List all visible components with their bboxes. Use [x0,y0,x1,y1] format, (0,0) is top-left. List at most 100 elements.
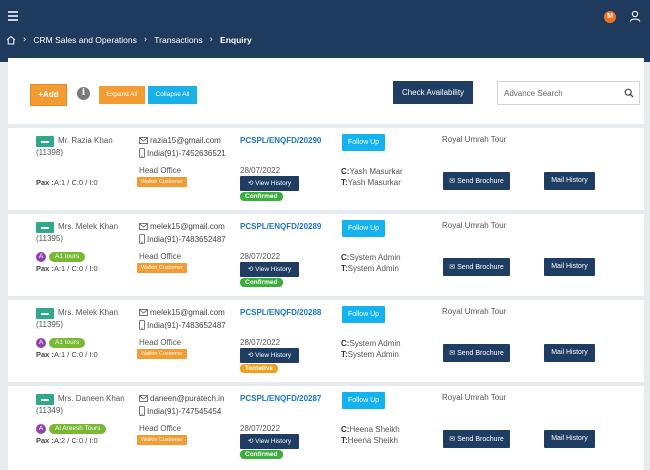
collapse-row-button[interactable] [36,308,54,319]
info-icon[interactable]: i [77,87,90,100]
enquiry-date: 28/07/2022 [240,424,281,433]
customer-name: Mrs. Melek Khan [58,308,119,317]
expand-all-button[interactable]: Expand All [99,86,145,104]
send-brochure-button[interactable]: ✉ Send Brochure [443,172,510,190]
customer-email: daneen@puratech.in [139,394,224,403]
mail-history-button[interactable]: Mail History [544,172,595,190]
avatar[interactable]: M [604,11,616,23]
follow-up-button[interactable]: Follow Up [342,392,385,409]
send-brochure-button[interactable]: ✉ Send Brochure [443,430,510,448]
mobile-icon [139,320,145,330]
follow-up-button[interactable]: Follow Up [342,306,385,323]
pax-value: A:1 / C:0 / I:0 [53,350,98,359]
envelope-icon: ✉ [449,349,456,357]
follow-up-button[interactable]: Follow Up [342,134,385,151]
view-history-label: View History [255,266,292,273]
home-icon[interactable] [6,35,16,45]
email-text: daneen@puratech.in [150,394,225,403]
mail-history-button[interactable]: Mail History [544,258,595,276]
assigned-staff: C:Heena Sheikh T:Heena Sheikh [341,424,400,446]
assigned-to-label: T: [341,264,348,273]
search-icon[interactable] [624,88,634,98]
history-icon: ⟲ [247,437,254,445]
history-icon: ⟲ [247,179,254,187]
toolbar: +Add i Expand All Collapse All Check Ava… [8,58,644,116]
check-availability-button[interactable]: Check Availability [393,81,473,104]
collapse-row-button[interactable] [36,136,54,147]
send-brochure-label: Send Brochure [457,436,504,443]
enquiry-row: Mrs. Melek Khan (11395) melek15@gmail.co… [8,296,644,376]
enquiry-number[interactable]: PCSPL/ENQFD/20288 [240,308,321,317]
main-panel: +Add i Expand All Collapse All Check Ava… [8,58,644,470]
view-history-button[interactable]: ⟲ View History [240,262,299,277]
envelope-icon: ✉ [449,435,456,443]
customer-phone: India(91)-7483652487 [139,234,226,244]
pax-value: A:2 / C:0 / I:0 [53,436,98,445]
enquiry-row: Mr. Razia Khan (11398) razia15@gmail.com… [8,124,644,204]
envelope-icon [139,309,148,316]
pax-value: A:1 / C:0 / I:0 [53,178,98,187]
user-icon[interactable] [629,10,641,22]
office-name: Head Office [139,424,182,433]
pax-count: Pax :A:2 / C:0 / I:0 [36,436,98,445]
enquiry-row: Mrs. Melek Khan (11395) melek15@gmail.co… [8,210,644,290]
customer-phone: India(91)-747545454 [139,406,221,416]
source-badge: Walkin Customer [137,263,187,273]
collapse-row-button[interactable] [36,394,54,405]
follow-up-button[interactable]: Follow Up [342,220,385,237]
assigned-staff: C:Yash Masurkar T:Yash Masurkar [341,166,403,188]
office-name: Head Office [139,338,182,347]
breadcrumb-item-crm[interactable]: CRM Sales and Operations [33,35,136,45]
mail-history-button[interactable]: Mail History [544,344,595,362]
customer-email: melek15@gmail.com [139,222,225,231]
mail-history-button[interactable]: Mail History [544,430,595,448]
assigned-to: System Admin [347,350,399,359]
view-history-button[interactable]: ⟲ View History [240,434,299,449]
mobile-icon [139,234,145,244]
send-brochure-button[interactable]: ✉ Send Brochure [443,344,510,362]
add-button[interactable]: +Add [30,84,67,106]
agent-badge: A1 tours [49,252,86,262]
status-badge: Tentative [240,364,279,373]
assigned-to-label: T: [341,178,348,187]
status-badge: Confirmed [240,192,283,201]
pax-label: Pax : [36,436,54,445]
view-history-label: View History [255,438,292,445]
enquiry-number[interactable]: PCSPL/ENQFD/20290 [240,136,321,145]
enquiry-date: 28/07/2022 [240,166,281,175]
history-icon: ⟲ [247,351,254,359]
send-brochure-label: Send Brochure [457,350,504,357]
tour-name: Royal Umrah Tour [442,307,507,316]
pax-count: Pax :A:1 / C:0 / I:0 [36,350,98,359]
created-by: Yash Masurkar [349,167,403,176]
enquiry-number[interactable]: PCSPL/ENQFD/20289 [240,222,321,231]
tour-name: Royal Umrah Tour [442,393,507,402]
created-by: System Admin [349,339,401,348]
view-history-button[interactable]: ⟲ View History [240,176,299,191]
agent-info: A A1 tours [36,252,86,262]
customer-email: melek15@gmail.com [139,308,225,317]
envelope-icon [139,395,148,402]
tour-name: Royal Umrah Tour [442,221,507,230]
advance-search [497,81,640,105]
search-input[interactable] [498,82,618,104]
envelope-icon: ✉ [449,263,456,271]
view-history-button[interactable]: ⟲ View History [240,348,299,363]
collapse-row-button[interactable] [36,222,54,233]
email-text: melek15@gmail.com [150,222,225,231]
enquiry-date: 28/07/2022 [240,338,281,347]
chevron-right-icon: › [143,35,148,45]
agent-initial: A [36,252,46,262]
assigned-to-label: T: [341,350,348,359]
enquiry-row: Mrs. Daneen Khan (11349) daneen@puratech… [8,382,644,462]
collapse-all-button[interactable]: Collapse All [148,86,197,104]
enquiry-number[interactable]: PCSPL/ENQFD/20287 [240,394,321,403]
customer-phone: India(91)-7483652487 [139,320,226,330]
office-name: Head Office [139,166,182,175]
enquiry-date: 28/07/2022 [240,252,281,261]
menu-icon[interactable] [8,11,18,21]
breadcrumb-item-transactions[interactable]: Transactions [154,35,202,45]
assigned-to: Heena Sheikh [347,436,398,445]
envelope-icon [139,223,148,230]
send-brochure-button[interactable]: ✉ Send Brochure [443,258,510,276]
